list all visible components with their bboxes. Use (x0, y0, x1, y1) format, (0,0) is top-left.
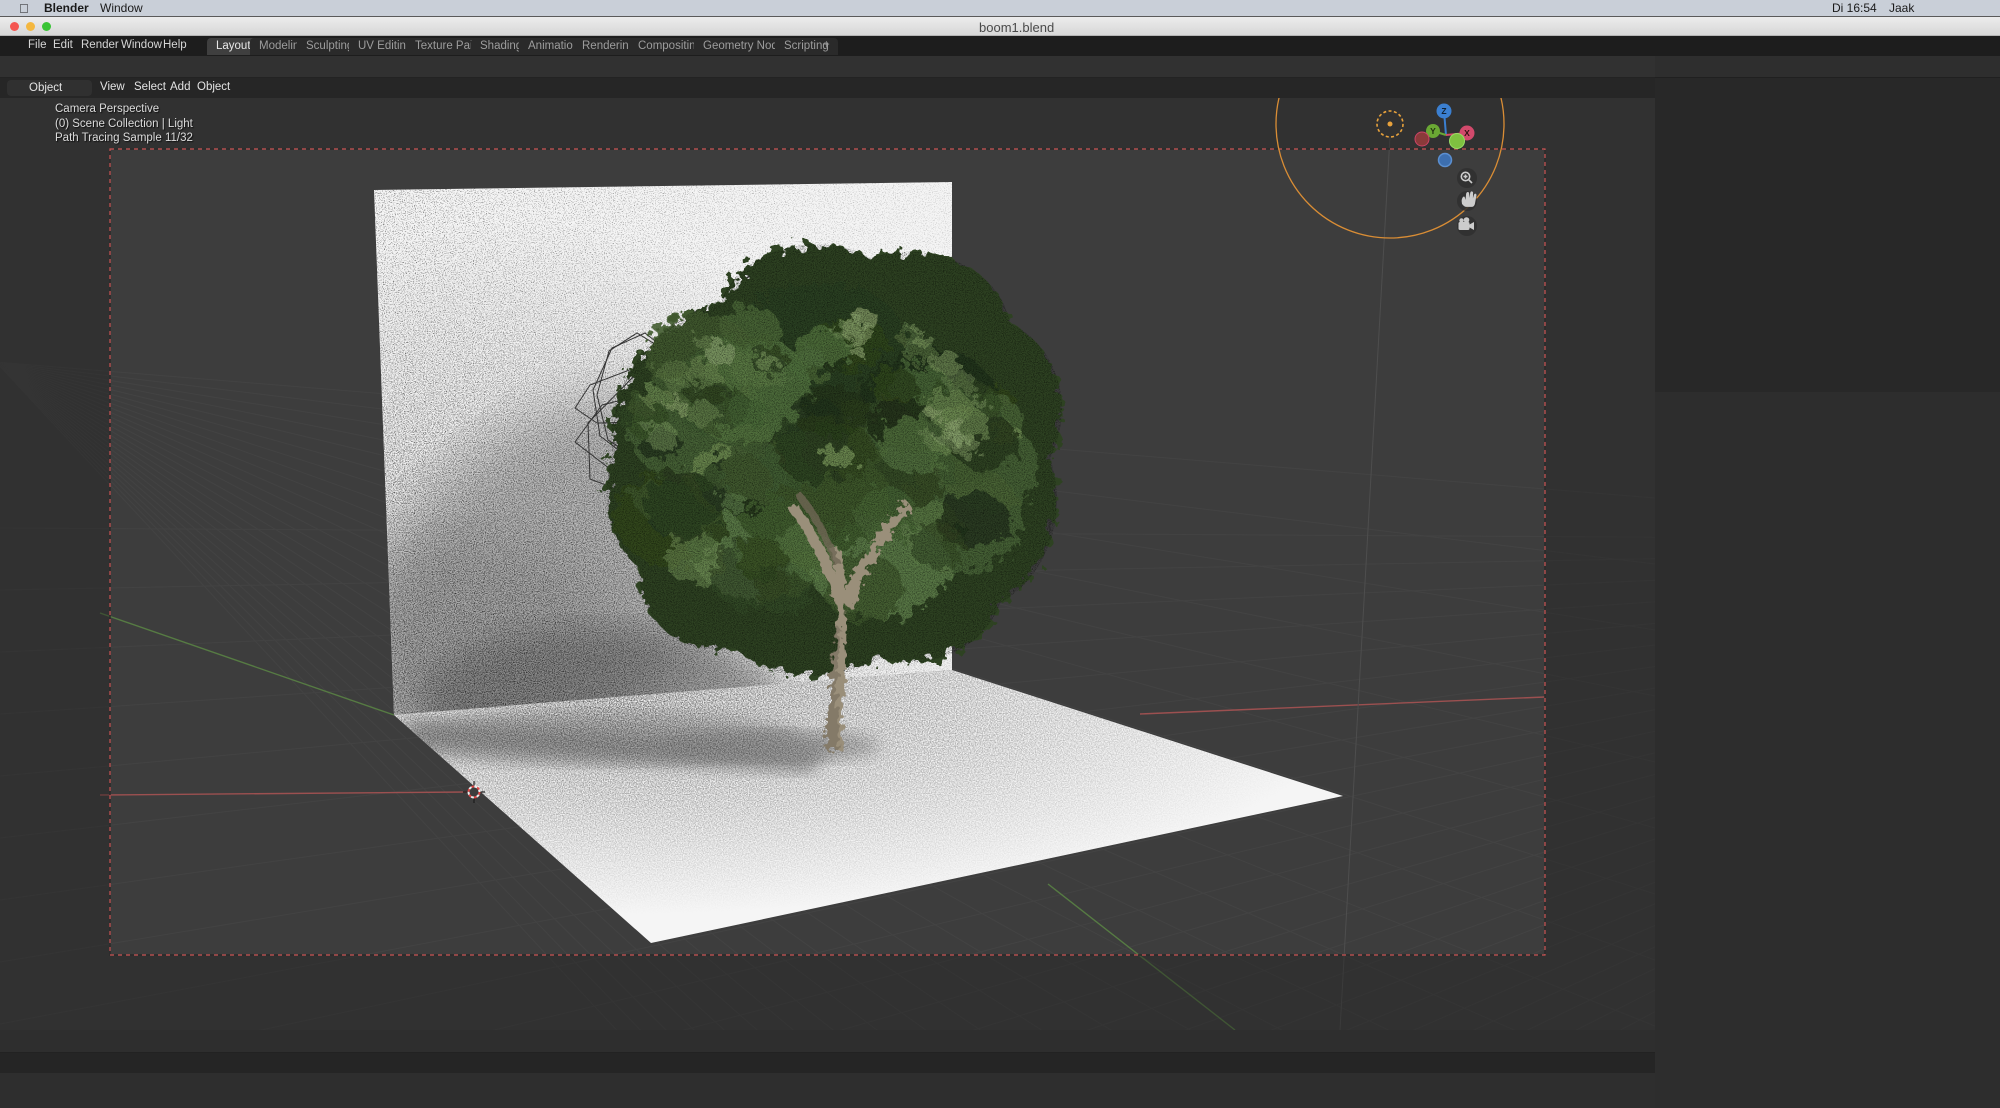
svg-text:X: X (1464, 128, 1470, 138)
svg-text:Z: Z (1441, 106, 1446, 116)
svg-text:Y: Y (1430, 126, 1436, 136)
